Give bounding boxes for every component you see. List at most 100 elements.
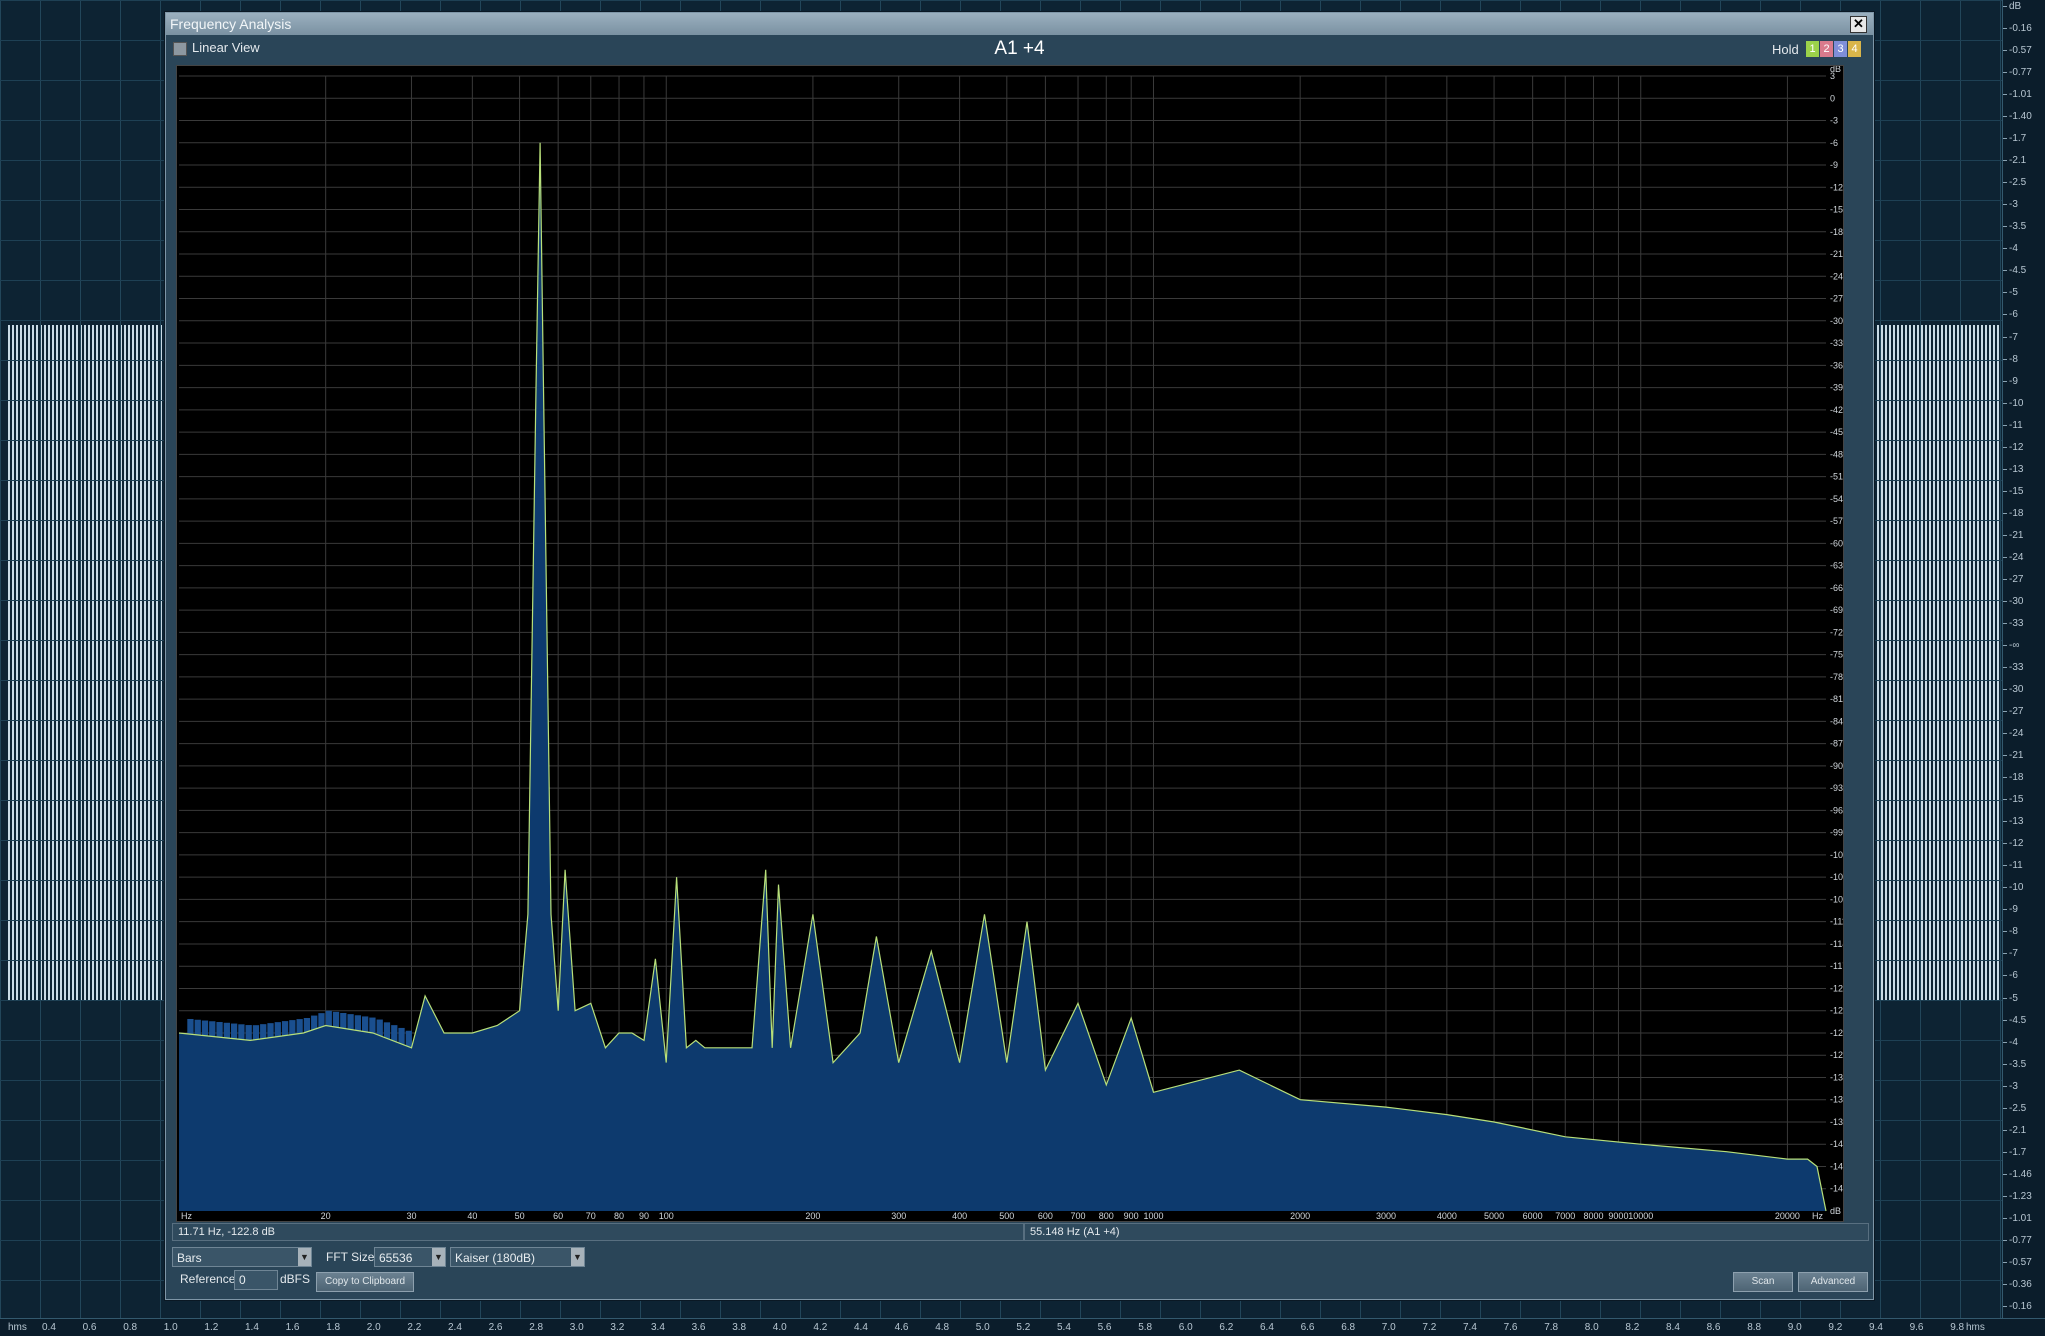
waveform-sample	[1945, 325, 1947, 1001]
amplitude-ruler-label: -13	[2009, 463, 2024, 475]
hold-button-2[interactable]: 2	[1820, 41, 1833, 57]
waveform-sample	[1953, 325, 1955, 1001]
display-mode-select[interactable]: Bars ▼	[172, 1247, 312, 1267]
time-ruler-label: 6.4	[1260, 1322, 1274, 1333]
amplitude-ruler-label: -7	[2009, 948, 2018, 960]
amplitude-ruler-label: -24	[2009, 551, 2024, 563]
waveform-sample	[1937, 325, 1939, 1001]
hold-button-4[interactable]: 4	[1848, 41, 1861, 57]
amplitude-ruler-tick	[2003, 446, 2007, 448]
waveform-sample	[1973, 325, 1975, 1001]
waveform-sample	[1941, 325, 1943, 1001]
waveform-sample	[24, 325, 26, 1001]
time-ruler-label: 0.6	[82, 1322, 97, 1333]
x-tick-label: 20000	[1775, 1211, 1800, 1221]
peak-readout: 55.148 Hz (A1 +4)	[1024, 1223, 1869, 1241]
amplitude-ruler-label: -4	[2009, 1036, 2018, 1048]
reference-label: Reference	[180, 1272, 236, 1286]
waveform-sample	[108, 325, 110, 1001]
x-tick-label: 100	[659, 1211, 674, 1221]
amplitude-ruler-label: -0.57	[2009, 1256, 2032, 1268]
time-ruler-label: 0.4	[42, 1322, 56, 1333]
time-ruler-label: 5.6	[1097, 1322, 1112, 1333]
amplitude-ruler-label: -9	[2009, 904, 2018, 916]
time-ruler-label: hms	[8, 1322, 27, 1333]
close-button[interactable]: ✕	[1850, 16, 1867, 33]
amplitude-ruler-label: -0.16	[2009, 1301, 2032, 1312]
y-tick-label: -57	[1830, 516, 1843, 526]
x-tick-label: 900	[1124, 1211, 1139, 1221]
time-ruler-label: 4.6	[894, 1322, 909, 1333]
time-ruler-label: 5.2	[1016, 1322, 1031, 1333]
time-ruler: hms 0.4 0.6 0.8 1.0 1.2 1.4 1.6 1.8 2.0 2.2 2.4 2.6 2…	[0, 1318, 2045, 1336]
time-ruler-label: 3.8	[732, 1322, 747, 1333]
time-ruler-label: 1.6	[285, 1322, 300, 1333]
amplitude-ruler-label: -33	[2009, 662, 2024, 674]
amplitude-ruler-label: -7	[2009, 331, 2018, 343]
window-function-value: Kaiser (180dB)	[455, 1251, 536, 1265]
time-ruler-label: 8.6	[1706, 1322, 1721, 1333]
fft-size-select[interactable]: 65536 ▼	[374, 1247, 446, 1267]
waveform-sample	[84, 325, 86, 1001]
amplitude-ruler-label: -9	[2009, 375, 2018, 387]
waveform-sample	[124, 325, 126, 1001]
waveform-sample	[112, 325, 114, 1001]
time-ruler-label: 6.2	[1219, 1322, 1234, 1333]
amplitude-ruler-label: -15	[2009, 485, 2024, 497]
hold-button-3[interactable]: 3	[1834, 41, 1847, 57]
y-tick-label: -18	[1830, 227, 1843, 237]
time-ruler-label: 3.0	[569, 1322, 584, 1333]
y-tick-label: -87	[1830, 739, 1843, 749]
waveform-left	[8, 325, 164, 1001]
amplitude-ruler-tick	[2003, 1261, 2007, 1263]
titlebar[interactable]: Frequency Analysis ✕	[166, 13, 1873, 35]
amplitude-ruler-tick	[2003, 72, 2007, 74]
reference-input[interactable]	[234, 1270, 278, 1290]
time-ruler-label: 8.2	[1625, 1322, 1640, 1333]
waveform-sample	[152, 325, 154, 1001]
x-tick-label: 3000	[1376, 1211, 1396, 1221]
y-tick-label: -12	[1830, 182, 1843, 192]
time-ruler-label: 6.8	[1341, 1322, 1356, 1333]
amplitude-ruler-label: -0.77	[2009, 1234, 2032, 1246]
copy-to-clipboard-button[interactable]: Copy to Clipboard	[316, 1272, 414, 1292]
time-ruler-label: 8.0	[1584, 1322, 1599, 1333]
amplitude-ruler-tick	[2003, 733, 2007, 735]
amplitude-ruler-tick	[2003, 490, 2007, 492]
waveform-sample	[156, 325, 158, 1001]
time-ruler-label: 4.8	[935, 1322, 950, 1333]
time-ruler-label: 9.8	[1950, 1322, 1965, 1333]
time-ruler-label: 2.4	[448, 1322, 462, 1333]
y-tick-label: -30	[1830, 316, 1843, 326]
waveform-sample	[1961, 325, 1963, 1001]
amplitude-ruler-label: -2.5	[2009, 1102, 2027, 1114]
amplitude-ruler-tick	[2003, 755, 2007, 757]
y-tick-label: -78	[1830, 672, 1843, 682]
cursor-readout: 11.71 Hz, -122.8 dB	[172, 1223, 1024, 1241]
amplitude-ruler-tick	[2003, 468, 2007, 470]
waveform-sample	[1993, 325, 1995, 1001]
amplitude-ruler-tick	[2003, 94, 2007, 96]
y-tick-label: -45	[1830, 427, 1843, 437]
scan-button[interactable]: Scan	[1733, 1272, 1793, 1292]
y-tick-label: -141	[1830, 1139, 1843, 1149]
spectrum-plot[interactable]: 3 0 -3 -6 -9 -12 -15 -18 -21 -24 -27 -30 -33 -36 -39 -4…	[176, 65, 1844, 1222]
amplitude-ruler-tick	[2003, 1306, 2007, 1307]
x-tick-label: 90	[639, 1211, 649, 1221]
waveform-sample	[68, 325, 70, 1001]
time-ruler-label: 2.0	[366, 1322, 381, 1333]
display-mode-value: Bars	[177, 1251, 202, 1265]
amplitude-ruler-tick	[2003, 1063, 2007, 1065]
hold-button-1[interactable]: 1	[1806, 41, 1819, 57]
waveform-sample	[44, 325, 46, 1001]
advanced-button[interactable]: Advanced	[1798, 1272, 1868, 1292]
waveform-sample	[1929, 325, 1931, 1001]
time-ruler-label: 7.4	[1463, 1322, 1477, 1333]
waveform-right	[1877, 325, 2001, 1001]
amplitude-ruler-label: -3	[2009, 1080, 2018, 1092]
time-ruler-label: 8.4	[1666, 1322, 1680, 1333]
waveform-sample	[1985, 325, 1987, 1001]
window-function-select[interactable]: Kaiser (180dB) ▼	[450, 1247, 585, 1267]
amplitude-ruler-label: -2.5	[2009, 177, 2027, 189]
amplitude-ruler-label: -∞	[2009, 639, 2020, 651]
